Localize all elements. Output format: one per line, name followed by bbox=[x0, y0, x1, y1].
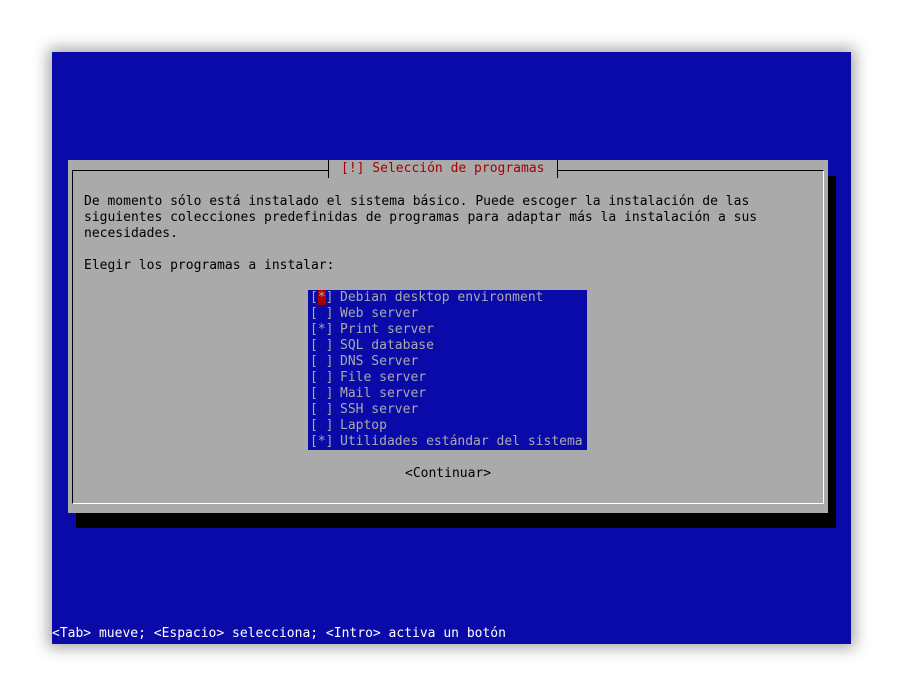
check-mark: * bbox=[317, 322, 326, 337]
checkbox[interactable]: [*] bbox=[310, 434, 333, 450]
list-item-label: Web server bbox=[340, 306, 419, 321]
list-item-label: Mail server bbox=[340, 386, 427, 401]
list-item-label: Utilidades estándar del sistema bbox=[340, 434, 583, 449]
check-mark: * bbox=[317, 434, 326, 449]
check-mark bbox=[318, 338, 326, 353]
list-item-label: SSH server bbox=[340, 402, 419, 417]
check-mark bbox=[318, 370, 326, 385]
cursor-mark: * bbox=[317, 290, 326, 305]
description-line-3: necesidades. bbox=[84, 226, 178, 241]
list-item-web-server[interactable]: [ ] Web server bbox=[308, 306, 587, 322]
list-item-label: Laptop bbox=[340, 418, 387, 433]
dialog-title: [!] Selección de programas bbox=[328, 160, 558, 178]
checkbox[interactable]: [ ] bbox=[310, 370, 333, 386]
list-item-label: DNS Server bbox=[340, 354, 419, 369]
checkbox[interactable]: [ ] bbox=[310, 306, 333, 322]
description-line-1: De momento sólo está instalado el sistem… bbox=[84, 194, 750, 209]
list-item-mail-server[interactable]: [ ] Mail server bbox=[308, 386, 587, 402]
software-selection-list[interactable]: [*] Debian desktop environment [ ] Web s… bbox=[308, 290, 587, 450]
check-mark bbox=[318, 418, 326, 433]
checkbox[interactable]: [ ] bbox=[310, 338, 333, 354]
checkbox[interactable]: [ ] bbox=[310, 386, 333, 402]
list-item-dns-server[interactable]: [ ] DNS Server bbox=[308, 354, 587, 370]
list-item-label: SQL database bbox=[340, 338, 434, 353]
list-item-label: Print server bbox=[340, 322, 434, 337]
checkbox[interactable]: [ ] bbox=[310, 402, 333, 418]
description-line-2: siguientes colecciones predefinidas de p… bbox=[84, 210, 758, 225]
list-item-laptop[interactable]: [ ] Laptop bbox=[308, 418, 587, 434]
checkbox[interactable]: [*] bbox=[310, 290, 333, 306]
check-mark bbox=[318, 306, 326, 321]
list-item-standard-utilities[interactable]: [*] Utilidades estándar del sistema bbox=[308, 434, 587, 450]
choose-prompt: Elegir los programas a instalar: bbox=[84, 258, 335, 273]
list-item-ssh-server[interactable]: [ ] SSH server bbox=[308, 402, 587, 418]
checkbox[interactable]: [ ] bbox=[310, 354, 333, 370]
check-mark bbox=[318, 354, 326, 369]
list-item-print-server[interactable]: [*] Print server bbox=[308, 322, 587, 338]
list-item-file-server[interactable]: [ ] File server bbox=[308, 370, 587, 386]
check-mark bbox=[318, 386, 326, 401]
checkbox[interactable]: [*] bbox=[310, 322, 333, 338]
checkbox[interactable]: [ ] bbox=[310, 418, 333, 434]
status-bar-help: <Tab> mueve; <Espacio> selecciona; <Intr… bbox=[52, 626, 506, 641]
continue-button[interactable]: <Continuar> bbox=[405, 466, 491, 482]
list-item-sql-database[interactable]: [ ] SQL database bbox=[308, 338, 587, 354]
list-item-label: Debian desktop environment bbox=[340, 290, 544, 305]
list-item-debian-desktop[interactable]: [*] Debian desktop environment bbox=[308, 290, 587, 306]
check-mark bbox=[318, 402, 326, 417]
list-item-label: File server bbox=[340, 370, 427, 385]
